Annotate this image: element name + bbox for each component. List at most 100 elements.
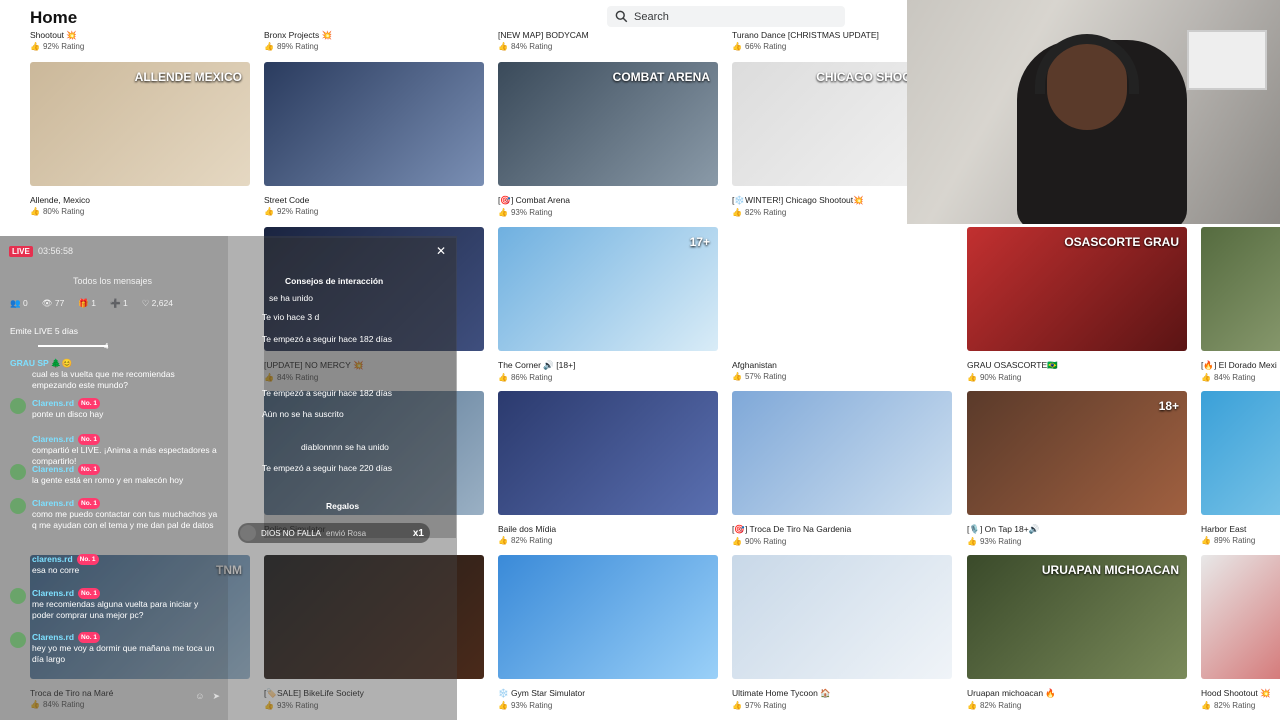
rating-text: 84% Rating [1213, 373, 1256, 382]
rating-text: 92% Rating [276, 207, 319, 216]
all-messages-tab[interactable]: Todos los mensajes [73, 276, 152, 286]
avatar [240, 525, 256, 541]
game-thumbnail[interactable] [1201, 555, 1280, 679]
game-card-top-4[interactable]: Turano Dance [CHRISTMAS UPDATE] 👍 66% Rat… [732, 29, 902, 53]
rating-text: 82% Rating [744, 208, 787, 217]
streak-label: Emite LIVE 5 días [10, 326, 79, 336]
interaction-line: Te vio hace 3 d [262, 312, 320, 322]
game-rating: 👍 57% Rating [732, 372, 952, 381]
game-title: [🎙️] On Tap 18+🔊 [967, 524, 1040, 534]
thumbs-up-icon: 👍 [732, 537, 742, 546]
gift-notification: DIOS NO FALLA envió Rosa x1 [238, 523, 430, 543]
game-rating: 👍 89% Rating [264, 41, 479, 53]
stat-viewers: 👁 77 [41, 298, 65, 308]
game-card-top-1[interactable]: Shootout 💥 👍 92% Rating [30, 29, 245, 53]
thumbs-up-icon: 👍 [1201, 373, 1211, 382]
game-thumbnail[interactable] [732, 555, 952, 679]
avatar [10, 632, 26, 648]
search-icon [615, 10, 628, 23]
game-title: [🎯] Combat Arena [498, 195, 571, 205]
chat-text: hey yo me voy a dormir que mañana me toc… [32, 643, 215, 664]
game-card[interactable]: COMBAT ARENA [🎯] Combat Arena 👍 93% Rating [498, 62, 718, 217]
game-rating: 👍 66% Rating [732, 41, 902, 53]
interaction-line: Te empezó a seguir hace 220 días [262, 463, 392, 473]
thumbs-up-icon: 👍 [498, 701, 508, 710]
game-rating: 👍 92% Rating [30, 41, 245, 53]
chat-user: Clarens.rd No. 1 [32, 434, 220, 445]
game-card[interactable]: Ultimate Home Tycoon 🏠 👍 97% Rating [732, 555, 952, 710]
rating-text: 93% Rating [510, 701, 553, 710]
game-rating: 👍 86% Rating [498, 373, 718, 382]
chat-text: ponte un disco hay [32, 409, 104, 419]
stat-follows: ➕ 1 [110, 298, 128, 308]
game-card-top-2[interactable]: Bronx Projects 💥 👍 89% Rating [264, 29, 479, 53]
game-card[interactable]: Street Code 👍 92% Rating [264, 62, 484, 216]
game-thumbnail[interactable] [498, 391, 718, 515]
game-thumbnail[interactable]: 17+ [498, 227, 718, 351]
thumbs-up-icon: 👍 [264, 207, 274, 216]
chat-message: Clarens.rd No. 1 ponte un disco hay [10, 398, 220, 420]
game-card[interactable]: 18+ [🎙️] On Tap 18+🔊 👍 93% Rating [967, 391, 1187, 546]
interaction-line: diablonnnn se ha unido [301, 442, 389, 452]
game-title: Street Code [264, 195, 310, 205]
thumbnail-label: COMBAT ARENA [612, 70, 710, 84]
game-thumbnail[interactable] [498, 555, 718, 679]
chat-text: la gente está en romo y en malecón hoy [32, 475, 184, 485]
game-rating: 👍 84% Rating [498, 41, 713, 53]
background-window [1187, 30, 1267, 90]
rank-badge: No. 1 [78, 398, 100, 409]
game-card[interactable]: Baile dos Mídia 👍 82% Rating [498, 391, 718, 545]
game-thumbnail[interactable]: 18+ [967, 391, 1187, 515]
game-card[interactable]: ALLENDE MEXICO Allende, Mexico 👍 80% Rating [30, 62, 250, 216]
game-thumbnail[interactable]: COMBAT ARENA [498, 62, 718, 186]
game-thumbnail[interactable] [1201, 227, 1280, 351]
game-rating: 👍 93% Rating [967, 537, 1187, 546]
game-card[interactable]: ❄️ Gym Star Simulator 👍 93% Rating [498, 555, 718, 710]
game-thumbnail[interactable] [264, 62, 484, 186]
game-thumbnail[interactable] [732, 391, 952, 515]
chat-text: como me puedo contactar con tus muchacho… [32, 509, 218, 530]
interaction-line: Te empezó a seguir hace 182 días [262, 334, 392, 344]
game-card[interactable]: Afghanistan 👍 57% Rating [732, 227, 952, 381]
game-card[interactable]: URUAPAN MICHOACAN Uruapan michoacan 🔥 👍 82%… [967, 555, 1187, 710]
rank-badge: No. 1 [76, 554, 99, 565]
gifts-heading: Regalos [326, 501, 360, 511]
game-card[interactable]: 17+ The Corner 🔊 [18+] 👍 86% Rating [498, 227, 718, 382]
game-title: GRAU OSASCORTE🇧🇷 [967, 360, 1058, 370]
streak-progress-bar [38, 345, 108, 347]
search-input[interactable] [634, 10, 814, 23]
avatar [10, 464, 26, 480]
close-icon[interactable]: ✕ [436, 244, 446, 258]
game-title: Bronx Projects 💥 [264, 30, 333, 40]
game-title: Baile dos Mídia [498, 524, 557, 534]
chat-input-bar[interactable]: ☺ ➤ [10, 688, 220, 704]
thumbnail-label: 17+ [689, 235, 710, 249]
game-thumbnail[interactable]: URUAPAN MICHOACAN [967, 555, 1187, 679]
game-thumbnail[interactable]: ALLENDE MEXICO [30, 62, 250, 186]
thumbs-up-icon: 👍 [1201, 536, 1211, 545]
rating-text: 90% Rating [744, 537, 787, 546]
live-stats: 👥 0 👁 77 🎁 1 ➕ 1 ♡ 2,624 [10, 298, 173, 309]
game-card[interactable]: Hood Shootout 💥 👍 82% Rating [1201, 555, 1280, 710]
game-card-top-3[interactable]: [NEW MAP] BODYCAM 👍 84% Rating [498, 29, 713, 53]
chat-message: Clarens.rd No. 1 compartió el LIVE. ¡Anim… [10, 434, 220, 467]
send-icon[interactable]: ➤ [212, 691, 220, 702]
game-thumbnail[interactable] [732, 227, 952, 351]
thumbs-up-icon: 👍 [498, 536, 508, 545]
game-card[interactable]: Harbor East 👍 89% Rating [1201, 391, 1280, 545]
game-thumbnail[interactable] [1201, 391, 1280, 515]
game-title: Uruapan michoacan 🔥 [967, 688, 1057, 698]
chat-user: Clarens.rd No. 1 [32, 398, 220, 409]
emoji-icon[interactable]: ☺ [195, 691, 204, 701]
game-card[interactable]: [🔥] El Dorado Mexi 👍 84% Rating [1201, 227, 1280, 382]
rating-text: 92% Rating [42, 42, 85, 51]
game-rating: 👍 80% Rating [30, 207, 250, 216]
search-bar[interactable] [607, 6, 845, 27]
rating-text: 89% Rating [1213, 536, 1256, 545]
game-card[interactable]: [🎯] Troca De Tiro Na Gardenia 👍 90% Rating [732, 391, 952, 546]
game-thumbnail[interactable]: OSASCORTE GRAU [967, 227, 1187, 351]
game-card[interactable]: OSASCORTE GRAU GRAU OSASCORTE🇧🇷 👍 90% Ratin… [967, 227, 1187, 382]
rating-text: 82% Rating [510, 536, 553, 545]
game-title: Harbor East [1201, 524, 1247, 534]
game-title: Hood Shootout 💥 [1201, 688, 1271, 698]
